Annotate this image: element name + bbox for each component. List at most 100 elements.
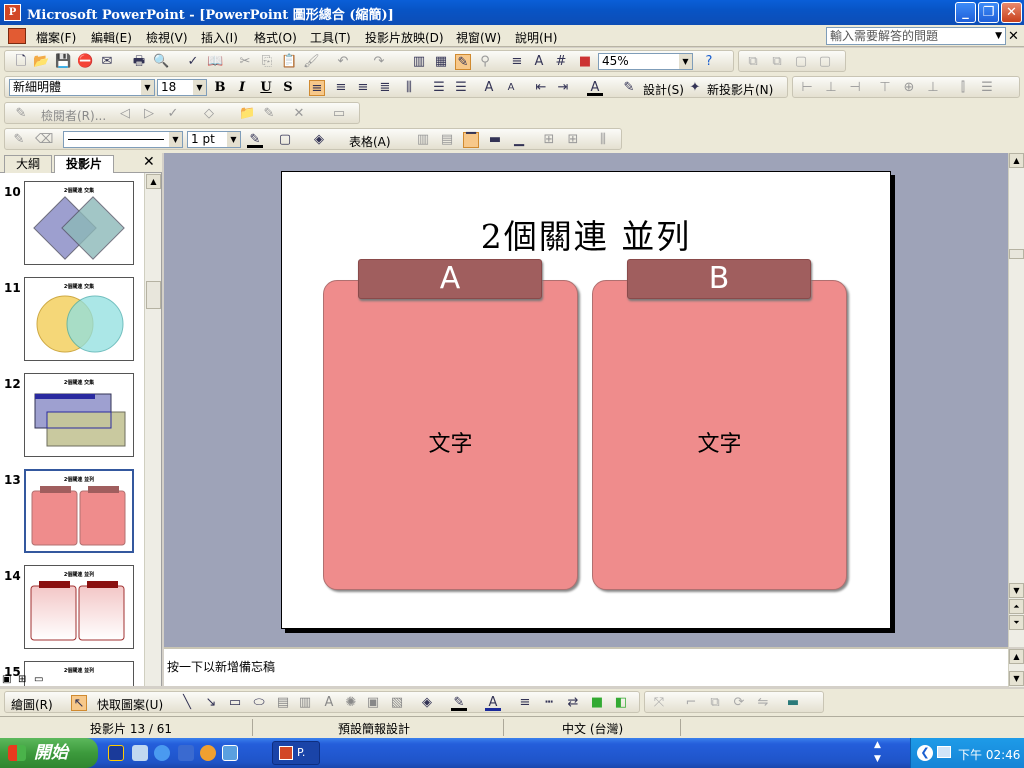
bring-forward-icon[interactable]: ⧉ [745, 54, 761, 70]
design-icon[interactable]: ✎ [621, 80, 637, 96]
open-icon[interactable]: 📂 [33, 54, 49, 70]
edit-comment-icon[interactable]: ✎ [261, 106, 277, 122]
fill-color-icon[interactable]: ◈ [311, 132, 327, 148]
quicklaunch-desktop-icon[interactable] [132, 745, 148, 761]
font-size-select[interactable]: 18 ▼ [157, 79, 207, 96]
scroll-down-icon[interactable]: ▼ [1009, 583, 1024, 598]
help-icon[interactable]: ? [701, 54, 717, 70]
next-item-icon[interactable]: ▷ [141, 106, 157, 122]
previous-slide-icon[interactable]: ⏶ [1009, 599, 1024, 614]
format-painter-icon[interactable]: 🖌 [303, 54, 320, 70]
document-close-icon[interactable]: ✕ [1008, 29, 1019, 44]
print-icon[interactable]: 🖶 [131, 54, 147, 70]
text-box-icon[interactable]: ▤ [275, 695, 291, 711]
tables-borders-icon[interactable]: ✎ [455, 54, 471, 70]
new-icon[interactable]: 🗋 [13, 54, 29, 70]
email-icon[interactable]: ✉ [99, 54, 115, 70]
design-button[interactable]: 設計(S) [643, 81, 684, 98]
color-grayscale-icon[interactable]: ■ [577, 54, 593, 70]
help-question-input[interactable]: 輸入需要解答的問題 ▼ [826, 27, 1006, 45]
card-a[interactable]: 文字 [323, 280, 578, 590]
slide-thumbnail[interactable]: 2個關連 交集 [24, 277, 134, 361]
align-right-obj-icon[interactable]: ⊣ [847, 80, 863, 96]
quicklaunch-explorer-icon[interactable] [222, 745, 238, 761]
card-a-text[interactable]: 文字 [324, 426, 577, 458]
background-icon[interactable]: ▬ [785, 695, 801, 711]
scroll-down-icon[interactable]: ▼ [1009, 671, 1024, 686]
quicklaunch-app-icon[interactable] [108, 745, 124, 761]
distribute-v-icon[interactable]: ☰ [979, 80, 995, 96]
reviewer-button[interactable]: 檢閱者(R)... [41, 107, 106, 124]
markup-icon[interactable]: ✎ [13, 106, 29, 122]
menu-help[interactable]: 說明(H) [515, 29, 557, 46]
font-color-icon[interactable]: A [587, 80, 603, 96]
slideshow-icon[interactable]: ▭ [34, 674, 43, 685]
fill-color-icon[interactable]: ◈ [419, 695, 435, 711]
wordart-icon[interactable]: A [321, 695, 337, 711]
close-button[interactable]: ✕ [1001, 2, 1022, 23]
dash-style-icon[interactable]: ┅ [541, 695, 557, 711]
chevron-down-icon[interactable]: ▼ [995, 28, 1002, 44]
line-color-icon[interactable]: ✎ [451, 695, 467, 711]
draw-table-icon[interactable]: ✎ [11, 132, 27, 148]
italic-button[interactable]: I [233, 80, 251, 97]
paste-icon[interactable]: 📋 [281, 54, 297, 70]
slide-thumbnail-current[interactable]: 2個關連 並列 [24, 469, 134, 553]
arrow-style-icon[interactable]: ⇄ [565, 695, 581, 711]
card-a-header[interactable]: A [358, 259, 542, 299]
zoom-select[interactable]: 45% ▼ [598, 53, 693, 70]
show-formatting-icon[interactable]: A [531, 54, 547, 70]
border-color-icon[interactable]: ✎ [247, 132, 263, 148]
spelling-icon[interactable]: ✓ [185, 54, 201, 70]
align-top-obj-icon[interactable]: ⊤ [877, 80, 893, 96]
line-style-icon[interactable]: ≡ [517, 695, 533, 711]
align-left-obj-icon[interactable]: ⊢ [799, 80, 815, 96]
reviewing-pane-icon[interactable]: ▭ [331, 106, 347, 122]
slide-canvas[interactable]: 2個關連 並列 文字 A 文字 B [281, 171, 891, 629]
document-icon[interactable] [8, 28, 26, 44]
insert-chart-icon[interactable]: ▥ [411, 54, 427, 70]
scroll-up-icon[interactable]: ▲ [146, 174, 161, 189]
restore-button[interactable]: ❐ [978, 2, 999, 23]
distribute-h-icon[interactable]: ⫿ [955, 80, 971, 96]
align-right-icon[interactable]: ≡ [355, 80, 371, 96]
quicklaunch-media-icon[interactable] [178, 745, 194, 761]
vertical-text-icon[interactable]: ⫼ [401, 80, 417, 96]
insert-comment-icon[interactable]: 📁 [239, 106, 255, 122]
delete-comment-icon[interactable]: ✕ [291, 106, 307, 122]
new-slide-button[interactable]: 新投影片(N) [707, 81, 773, 98]
unapply-icon[interactable]: ◇ [201, 106, 217, 122]
distribute-rows-icon[interactable]: ⊞ [541, 132, 557, 148]
chevron-down-icon[interactable]: ▼ [193, 80, 206, 95]
redo-icon[interactable]: ↷ [371, 54, 387, 70]
scroll-up-icon[interactable]: ▲ [1009, 153, 1024, 168]
card-b-text[interactable]: 文字 [593, 426, 846, 458]
scroll-thumb[interactable] [146, 281, 161, 309]
draw-menu-button[interactable]: 繪圖(R) [11, 696, 53, 713]
rectangle-icon[interactable]: ▭ [227, 695, 243, 711]
grid-icon[interactable]: # [553, 54, 569, 70]
3d-style-icon[interactable]: ◧ [613, 695, 629, 711]
slide-title[interactable]: 2個關連 並列 [282, 210, 890, 258]
align-bottom-obj-icon[interactable]: ⊥ [925, 80, 941, 96]
increase-indent-icon[interactable]: ⇥ [555, 80, 571, 96]
menu-edit[interactable]: 編輯(E) [91, 29, 132, 46]
align-center-icon[interactable]: ≡ [333, 80, 349, 96]
flip-icon[interactable]: ⇋ [755, 695, 771, 711]
start-button[interactable]: 開始 [0, 738, 98, 768]
eraser-icon[interactable]: ⌫ [35, 132, 53, 148]
slide-thumbnail[interactable]: 2個關連 並列 [24, 565, 134, 649]
scroll-up-icon[interactable]: ▲ [1009, 649, 1024, 664]
oval-icon[interactable]: ⬭ [251, 695, 267, 711]
taskbar-scroll-up-icon[interactable]: ▲ [874, 740, 881, 750]
hyperlink-icon[interactable]: ⚲ [477, 54, 493, 70]
center-vertical-icon[interactable]: ▬ [487, 132, 503, 148]
tab-slides[interactable]: 投影片 [54, 155, 114, 173]
table-menu-button[interactable]: 表格(A) [349, 133, 391, 150]
menu-format[interactable]: 格式(O) [254, 29, 297, 46]
menu-file[interactable]: 檔案(F) [36, 29, 76, 46]
borders-icon[interactable]: ▢ [277, 132, 293, 148]
ungroup-icon[interactable]: ▢ [817, 54, 833, 70]
menu-tools[interactable]: 工具(T) [310, 29, 351, 46]
align-left-icon[interactable]: ≡ [309, 80, 325, 96]
